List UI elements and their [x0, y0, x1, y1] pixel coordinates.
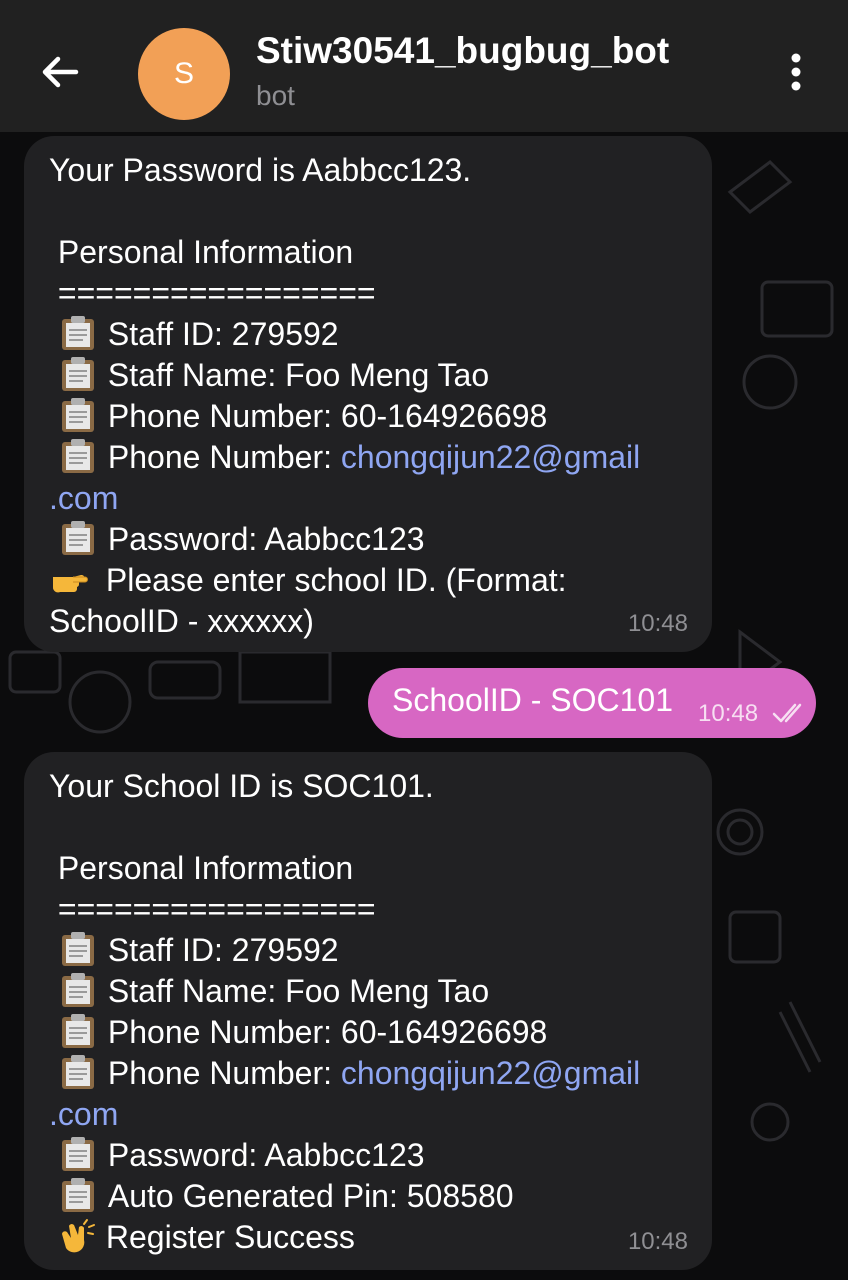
message-text: Your School ID is SOC101. — [49, 768, 434, 804]
email-label: Phone Number: — [107, 1055, 341, 1091]
message-text: Your Password is Aabbcc123. — [49, 152, 472, 188]
clipboard-icon — [58, 1136, 98, 1172]
clipboard-icon — [58, 520, 98, 556]
staff-id: Staff ID: 279592 — [107, 316, 339, 352]
chat-subtitle: bot — [256, 80, 295, 111]
phone-number: Phone Number: 60-164926698 — [107, 1014, 548, 1050]
clipboard-icon — [58, 1013, 98, 1049]
chat-header: S Stiw30541_bugbug_bot bot — [0, 0, 848, 132]
separator: ================= — [49, 891, 376, 927]
email-link-end[interactable]: .com — [49, 1096, 118, 1132]
more-vertical-icon[interactable] — [780, 50, 812, 94]
message-time: 10:48 — [627, 610, 688, 637]
message-time: 10:48 — [698, 700, 759, 727]
double-check-icon — [772, 703, 802, 723]
auto-generated-pin: Auto Generated Pin: 508580 — [107, 1178, 514, 1214]
outgoing-message[interactable]: SchoolID - SOC101 10:48 — [368, 668, 816, 738]
prompt-text: Please enter school ID. (Format: — [97, 562, 567, 598]
staff-id: Staff ID: 279592 — [107, 932, 339, 968]
clipboard-icon — [58, 438, 98, 474]
clipboard-icon — [58, 397, 98, 433]
chat-title[interactable]: Stiw30541_bugbug_bot — [256, 30, 669, 72]
clipboard-icon — [58, 356, 98, 392]
register-success: Register Success — [105, 1219, 355, 1255]
section-title: Personal Information — [49, 850, 354, 886]
clipboard-icon — [58, 972, 98, 1008]
staff-name: Staff Name: Foo Meng Tao — [107, 973, 490, 1009]
clipboard-icon — [58, 931, 98, 967]
clipboard-icon — [58, 1054, 98, 1090]
password: Password: Aabbcc123 — [107, 1137, 425, 1173]
clipboard-icon — [58, 1177, 98, 1213]
avatar[interactable]: S — [138, 28, 230, 120]
staff-name: Staff Name: Foo Meng Tao — [107, 357, 490, 393]
prompt-format: SchoolID - xxxxxx) — [49, 603, 314, 639]
pointing-hand-icon — [52, 574, 88, 593]
arrow-left-icon[interactable] — [36, 48, 84, 96]
incoming-message[interactable]: Your School ID is SOC101. Personal Infor… — [24, 752, 712, 1270]
incoming-message[interactable]: Your Password is Aabbcc123. Personal Inf… — [24, 136, 712, 652]
email-link-end[interactable]: .com — [49, 480, 118, 516]
message-time: 10:48 — [627, 1228, 688, 1255]
password: Password: Aabbcc123 — [107, 521, 425, 557]
clipboard-icon — [58, 315, 98, 351]
email-link[interactable]: chongqijun22@gmail — [341, 1055, 640, 1091]
message-text: SchoolID - SOC101 — [392, 682, 674, 718]
section-title: Personal Information — [49, 234, 354, 270]
clapping-hands-icon — [61, 1219, 95, 1253]
email-label: Phone Number: — [107, 439, 341, 475]
separator: ================= — [49, 275, 376, 311]
email-link[interactable]: chongqijun22@gmail — [341, 439, 640, 475]
phone-number: Phone Number: 60-164926698 — [107, 398, 548, 434]
